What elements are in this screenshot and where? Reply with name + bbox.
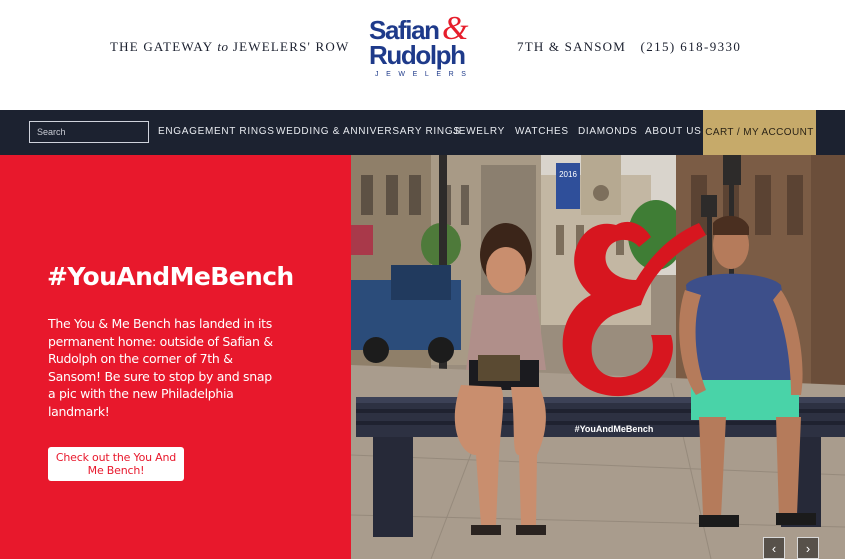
brand-logo[interactable]: Safian & Rudolph JEWELERS: [362, 12, 484, 84]
nav-watches[interactable]: WATCHES: [515, 126, 569, 137]
site-header: THE GATEWAY to JEWELERS' ROW Safian & Ru…: [0, 0, 845, 110]
banner-label: 2016: [559, 170, 577, 179]
store-address: 7TH & SANSOM: [517, 39, 627, 54]
slider-prev-button[interactable]: ‹: [763, 537, 785, 559]
slider-next-button[interactable]: ›: [797, 537, 819, 559]
bench-photo-illustration: 2016 #YouAndMeBench: [351, 155, 845, 559]
tagline-start: THE GATEWAY: [110, 39, 213, 54]
main-nav: ENGAGEMENT RINGS WEDDING & ANNIVERSARY R…: [0, 110, 845, 155]
hero-panel: #YouAndMeBench The You & Me Bench has la…: [0, 155, 351, 559]
hero-title: #YouAndMeBench: [47, 262, 294, 291]
tagline-end: JEWELERS' ROW: [232, 39, 350, 54]
tagline-italic: to: [217, 39, 229, 54]
bench-cta-button[interactable]: Check out the You And Me Bench!: [48, 447, 184, 481]
logo-word-rudolph: Rudolph: [369, 40, 466, 70]
hero-description: The You & Me Bench has landed in its per…: [48, 316, 273, 419]
nav-about-us[interactable]: ABOUT US: [645, 126, 702, 137]
nav-jewelry[interactable]: JEWELRY: [453, 126, 505, 137]
cart-account-button[interactable]: CART / MY ACCOUNT: [703, 110, 816, 155]
logo-subtitle: JEWELERS: [375, 71, 474, 78]
store-phone[interactable]: (215) 618-9330: [640, 39, 741, 54]
search-input[interactable]: [29, 121, 149, 143]
header-contact: 7TH & SANSOM (215) 618-9330: [517, 39, 741, 55]
nav-diamonds[interactable]: DIAMONDS: [578, 126, 638, 137]
nav-wedding-anniversary-rings[interactable]: WEDDING & ANNIVERSARY RINGS: [276, 126, 461, 137]
hero-photo: 2016 #YouAndMeBench: [351, 155, 845, 559]
nav-engagement-rings[interactable]: ENGAGEMENT RINGS: [158, 126, 275, 137]
header-tagline: THE GATEWAY to JEWELERS' ROW: [110, 39, 349, 55]
bench-hashtag: #YouAndMeBench: [575, 424, 654, 434]
